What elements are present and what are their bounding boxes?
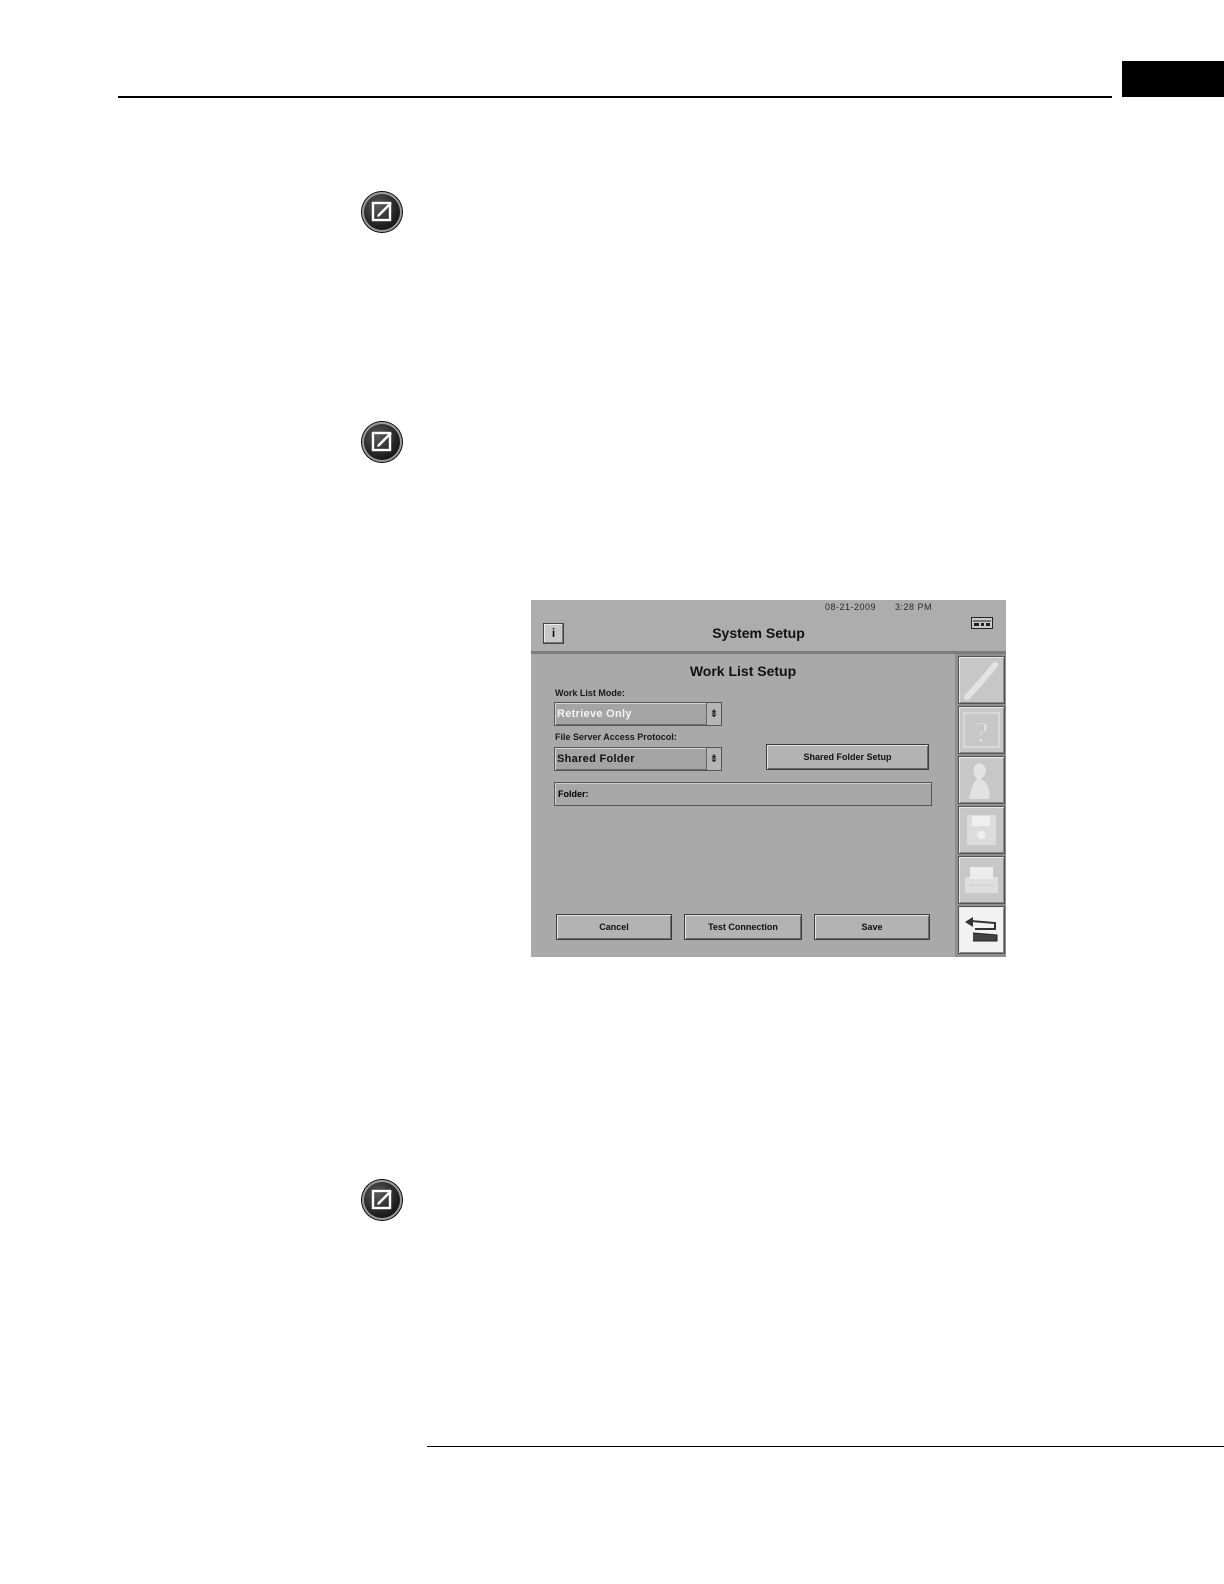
disk-icon (967, 815, 996, 845)
screen-title: System Setup (712, 625, 805, 641)
person-icon (969, 763, 990, 799)
work-list-setup-panel: Work List Setup Work List Mode: Retrieve… (531, 654, 955, 957)
file-server-protocol-label: File Server Access Protocol: (555, 732, 677, 742)
date-readout: 08-21-2009 (825, 602, 877, 612)
tool-button[interactable] (958, 656, 1005, 704)
disk-button[interactable] (958, 806, 1005, 854)
time-readout: 3:28 PM (895, 602, 933, 612)
back-button[interactable] (958, 906, 1005, 954)
help-button[interactable]: ? (958, 706, 1005, 754)
network-icon[interactable] (971, 617, 993, 629)
folder-field[interactable]: Folder: (554, 782, 932, 806)
note-edit-icon (362, 192, 402, 232)
back-arrow-icon (965, 917, 998, 942)
printer-button[interactable] (958, 856, 1005, 904)
chevron-down-icon[interactable]: ⇟ (706, 748, 721, 770)
footer-rule (427, 1446, 1224, 1447)
test-connection-button[interactable]: Test Connection (684, 914, 802, 940)
chapter-tab (1122, 61, 1224, 97)
help-icon: ? (963, 712, 1000, 749)
side-toolbar: ? (955, 654, 1006, 957)
work-list-mode-value: Retrieve Only (557, 708, 632, 720)
note-edit-icon (362, 1180, 402, 1220)
person-button[interactable] (958, 756, 1005, 804)
chevron-down-icon[interactable]: ⇟ (706, 703, 721, 725)
save-button[interactable]: Save (814, 914, 930, 940)
system-setup-screen: 08-21-2009 3:28 PM i System Setup Work L… (531, 600, 1006, 957)
cancel-button[interactable]: Cancel (556, 914, 672, 940)
file-server-protocol-select[interactable]: Shared Folder ⇟ (554, 747, 722, 771)
tool-icon (964, 662, 998, 700)
header-rule (118, 96, 1112, 98)
title-bar: 08-21-2009 3:28 PM i System Setup (531, 600, 1006, 654)
work-list-mode-label: Work List Mode: (555, 688, 625, 698)
note-edit-icon (362, 422, 402, 462)
svg-text:?: ? (975, 716, 988, 749)
work-list-mode-select[interactable]: Retrieve Only ⇟ (554, 702, 722, 726)
shared-folder-setup-button[interactable]: Shared Folder Setup (766, 744, 929, 770)
folder-label: Folder: (558, 789, 589, 799)
file-server-protocol-value: Shared Folder (557, 753, 635, 765)
printer-icon (965, 867, 998, 893)
panel-title: Work List Setup (689, 663, 797, 679)
